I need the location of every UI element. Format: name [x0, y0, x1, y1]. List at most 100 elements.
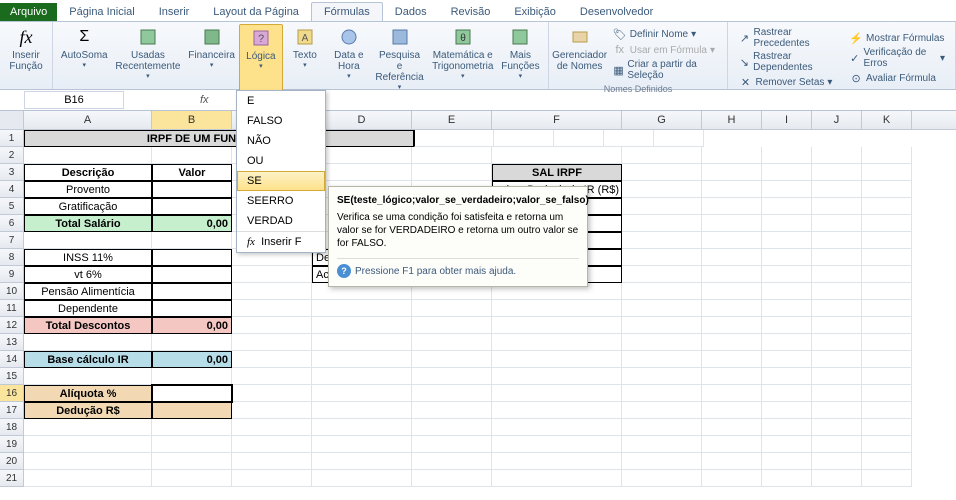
cell[interactable]: [812, 385, 862, 402]
cell[interactable]: [812, 351, 862, 368]
cell[interactable]: [152, 419, 232, 436]
cell[interactable]: [412, 385, 492, 402]
cell[interactable]: [654, 130, 704, 147]
math-button[interactable]: θMatemática e Trigonometria▾: [428, 24, 497, 93]
cell[interactable]: [622, 232, 702, 249]
cell[interactable]: [862, 351, 912, 368]
cell[interactable]: [152, 436, 232, 453]
cell[interactable]: [152, 232, 232, 249]
col-header-a[interactable]: A: [24, 111, 152, 129]
cell[interactable]: [492, 317, 622, 334]
row-header-2[interactable]: 2: [0, 147, 24, 164]
col-header-k[interactable]: K: [862, 111, 912, 129]
cell[interactable]: [702, 317, 762, 334]
cell[interactable]: [232, 453, 312, 470]
dropdown-item-seerro[interactable]: SEERRO: [237, 191, 325, 211]
cell[interactable]: [622, 300, 702, 317]
cell[interactable]: [762, 368, 812, 385]
cell[interactable]: [862, 232, 912, 249]
cell[interactable]: [622, 215, 702, 232]
cell[interactable]: Valor: [152, 164, 232, 181]
cell[interactable]: [812, 164, 862, 181]
cell[interactable]: [702, 351, 762, 368]
cell[interactable]: [862, 215, 912, 232]
name-box[interactable]: B16: [24, 91, 124, 109]
cell[interactable]: [622, 351, 702, 368]
trace-precedents-button[interactable]: ↗Rastrear Precedentes: [736, 26, 839, 50]
cell[interactable]: [762, 351, 812, 368]
cell[interactable]: [862, 317, 912, 334]
cell[interactable]: [312, 368, 412, 385]
cell[interactable]: [762, 470, 812, 487]
cell[interactable]: [492, 453, 622, 470]
cell[interactable]: [812, 453, 862, 470]
cell[interactable]: [862, 181, 912, 198]
cell[interactable]: [232, 368, 312, 385]
tab-formulas[interactable]: Fórmulas: [311, 2, 383, 21]
select-all-corner[interactable]: [0, 111, 24, 129]
cell[interactable]: [862, 164, 912, 181]
cell[interactable]: [702, 385, 762, 402]
cell[interactable]: [812, 249, 862, 266]
cell[interactable]: Descrição: [24, 164, 152, 181]
cell[interactable]: [702, 453, 762, 470]
cell[interactable]: [152, 283, 232, 300]
define-name-button[interactable]: 🏷Definir Nome ▾: [611, 26, 720, 42]
tab-layout[interactable]: Layout da Página: [201, 3, 311, 21]
cell[interactable]: [312, 334, 412, 351]
cell[interactable]: [312, 436, 412, 453]
cell[interactable]: [762, 249, 812, 266]
cell[interactable]: [152, 300, 232, 317]
cell[interactable]: Alíquota %: [24, 385, 152, 402]
more-button[interactable]: Mais Funções▾: [497, 24, 543, 93]
col-header-h[interactable]: H: [702, 111, 762, 129]
dropdown-item-nao[interactable]: NÃO: [237, 131, 325, 151]
cell[interactable]: [702, 164, 762, 181]
col-header-g[interactable]: G: [622, 111, 702, 129]
cell[interactable]: Pensão Alimentícia: [24, 283, 152, 300]
tab-file[interactable]: Arquivo: [0, 3, 57, 21]
cell[interactable]: [232, 266, 312, 283]
cell[interactable]: [492, 351, 622, 368]
cell[interactable]: [152, 181, 232, 198]
cell[interactable]: [312, 419, 412, 436]
cell[interactable]: [702, 419, 762, 436]
cell[interactable]: [762, 266, 812, 283]
cell[interactable]: [412, 402, 492, 419]
cell[interactable]: [862, 385, 912, 402]
remove-arrows-button[interactable]: ✕Remover Setas ▾: [736, 74, 839, 90]
tab-dev[interactable]: Desenvolvedor: [568, 3, 665, 21]
evaluate-button[interactable]: ⊙Avaliar Fórmula: [847, 70, 947, 86]
cell[interactable]: [232, 300, 312, 317]
cell[interactable]: [812, 300, 862, 317]
cell[interactable]: [412, 436, 492, 453]
row-header-17[interactable]: 17: [0, 402, 24, 419]
cell[interactable]: [412, 453, 492, 470]
row-header-8[interactable]: 8: [0, 249, 24, 266]
cell[interactable]: [312, 147, 412, 164]
create-selection-button[interactable]: ▦Criar a partir da Seleção: [611, 58, 720, 82]
cell[interactable]: [702, 147, 762, 164]
cell[interactable]: [622, 436, 702, 453]
dropdown-insert-function[interactable]: fx Inserir F: [237, 231, 325, 252]
cell[interactable]: [702, 283, 762, 300]
cell[interactable]: Dependente: [24, 300, 152, 317]
autosum-button[interactable]: ΣAutoSoma▾: [57, 24, 112, 93]
cell[interactable]: [762, 317, 812, 334]
cell[interactable]: [762, 147, 812, 164]
tab-view[interactable]: Exibição: [502, 3, 568, 21]
cell[interactable]: [152, 249, 232, 266]
row-header-19[interactable]: 19: [0, 436, 24, 453]
cell[interactable]: [812, 198, 862, 215]
cell[interactable]: [862, 300, 912, 317]
cell[interactable]: Gratificação: [24, 198, 152, 215]
row-header-21[interactable]: 21: [0, 470, 24, 487]
cell[interactable]: [492, 147, 622, 164]
cell[interactable]: [24, 453, 152, 470]
cell[interactable]: [152, 470, 232, 487]
cell[interactable]: [622, 385, 702, 402]
cell[interactable]: [24, 232, 152, 249]
cell[interactable]: [24, 419, 152, 436]
cell[interactable]: [812, 470, 862, 487]
dropdown-item-e[interactable]: E: [237, 91, 325, 111]
